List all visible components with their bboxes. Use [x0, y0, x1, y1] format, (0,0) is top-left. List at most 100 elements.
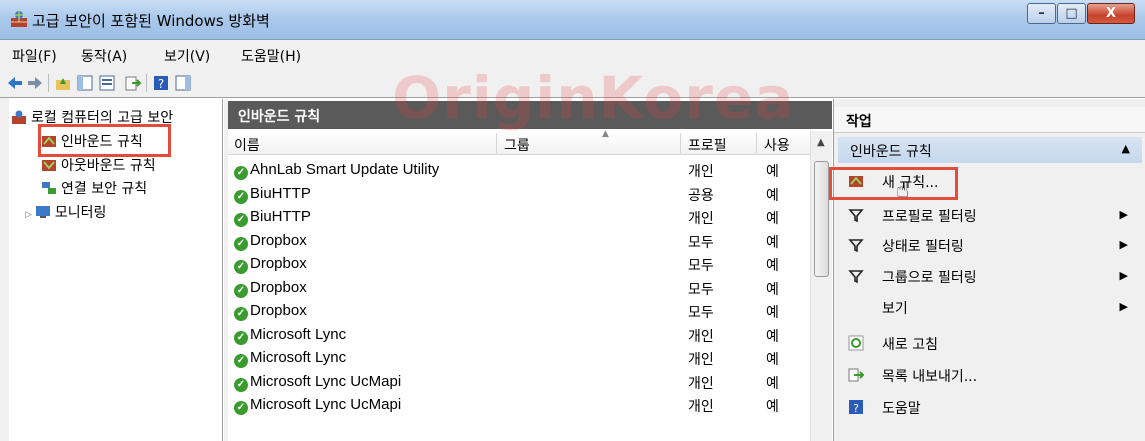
rule-enabled: 예 [766, 211, 779, 227]
enabled-check-icon: ✓ [234, 166, 248, 180]
close-icon: X [1105, 6, 1117, 21]
rule-enabled: 예 [766, 187, 779, 204]
rule-name: ✓ BiuHTTP [234, 208, 311, 227]
back-arrow-icon[interactable] [6, 74, 24, 92]
export-icon [848, 367, 865, 383]
tree-item-connection-security[interactable]: 연결 보안 규칙 [41, 178, 147, 200]
tree-item-outbound-rules[interactable]: 아웃바운드 규칙 [41, 155, 156, 177]
action-item-label: 목록 내보내기... [882, 369, 978, 385]
table-row[interactable]: ✓ Microsoft Lync UcMapi 개인 예 [228, 393, 810, 415]
table-row[interactable]: ✓ Microsoft Lync 개인 예 [228, 323, 810, 345]
scroll-up-icon[interactable]: ▲ [817, 137, 825, 148]
up-folder-icon[interactable] [54, 74, 72, 92]
maximize-button[interactable]: □ [1057, 3, 1086, 24]
rule-name: ✓ BiuHTTP [234, 185, 311, 204]
table-row[interactable]: ✓ BiuHTTP 개인 예 [228, 205, 810, 227]
tree-item-monitoring[interactable]: ▷ 모니터링 [25, 202, 106, 224]
rule-profile: 모두 [688, 258, 714, 274]
enabled-check-icon: ✓ [234, 189, 248, 204]
table-row[interactable]: ✓ BiuHTTP 공용 예 [228, 182, 810, 204]
enabled-check-icon: ✓ [234, 260, 248, 274]
properties-icon[interactable] [98, 74, 116, 92]
show-hide-tree-icon[interactable] [76, 74, 94, 92]
table-row[interactable]: ✓ Dropbox 모두 예 [228, 276, 810, 298]
export-list-icon[interactable] [124, 74, 142, 92]
title-bar: 고급 보안이 포함된 Windows 방화벽 – □ X [0, 0, 1145, 40]
action-item[interactable]: 목록 내보내기... [838, 363, 1142, 387]
rule-name-text: Dropbox [250, 231, 307, 249]
table-row[interactable]: ✓ Dropbox 모두 예 [228, 299, 810, 321]
filter-icon [848, 268, 864, 284]
rule-enabled: 예 [766, 258, 779, 274]
toolbar-separator [146, 74, 147, 92]
rule-name: ✓ AhnLab Smart Update Utility [234, 161, 439, 180]
maximize-icon: □ [1065, 6, 1078, 21]
table-row[interactable]: ✓ Dropbox 모두 예 [228, 252, 810, 274]
rules-pane: 인바운드 규칙 이름 그룹 ▲ 프로필 사용 ✓ AhnLab Smart Upd… [228, 99, 832, 441]
rule-profile: 개인 [688, 164, 714, 180]
window-frame [0, 98, 9, 441]
action-item[interactable]: 보기 ▶ [838, 295, 1142, 319]
enabled-check-icon: ✓ [234, 236, 248, 251]
toolbar: ? [0, 68, 1145, 98]
rule-name: ✓ Microsoft Lync UcMapi [234, 396, 401, 415]
action-item[interactable]: 그룹으로 필터링 ▶ [838, 264, 1142, 288]
menu-action[interactable]: 동작(A) [81, 46, 127, 66]
action-pane-toggle-icon[interactable] [174, 74, 192, 92]
action-item[interactable]: 상태로 필터링 ▶ [838, 233, 1142, 257]
rule-enabled: 예 [766, 305, 779, 321]
action-section-inbound-rules[interactable]: 인바운드 규칙 ▲ [838, 137, 1142, 163]
table-row[interactable]: ✓ Microsoft Lync UcMapi 개인 예 [228, 370, 810, 392]
action-item-label: 도움말 [882, 401, 921, 417]
action-section-label: 인바운드 규칙 [850, 144, 932, 160]
menu-file[interactable]: 파일(F) [12, 46, 57, 66]
svg-text:?: ? [158, 77, 164, 91]
rule-name: ✓ Microsoft Lync [234, 349, 346, 368]
firewall-icon [12, 110, 26, 124]
tree-item-label: 아웃바운드 규칙 [61, 158, 156, 174]
action-item[interactable]: ? 도움말 [838, 395, 1142, 419]
rule-profile: 개인 [688, 211, 714, 227]
action-item[interactable]: 새로 고침 [838, 331, 1142, 355]
table-row[interactable]: ✓ Microsoft Lync 개인 예 [228, 346, 810, 368]
rule-profile: 개인 [688, 352, 714, 368]
filter-icon [848, 207, 864, 223]
column-header-group[interactable]: 그룹 [504, 135, 530, 155]
forward-arrow-icon[interactable] [26, 74, 44, 92]
column-divider[interactable] [680, 133, 681, 153]
rule-profile: 모두 [688, 305, 714, 321]
rule-enabled: 예 [766, 375, 779, 392]
minimize-icon: – [1038, 6, 1045, 21]
tree-item-label: 모니터링 [54, 205, 107, 221]
help-icon[interactable]: ? [152, 74, 170, 92]
table-row[interactable]: ✓ Dropbox 모두 예 [228, 229, 810, 251]
window-title: 고급 보안이 포함된 Windows 방화벽 [32, 12, 270, 30]
close-button[interactable]: X [1087, 3, 1135, 24]
column-header-enabled[interactable]: 사용 [764, 135, 790, 155]
column-header-name[interactable]: 이름 [234, 135, 260, 155]
tree-pane: 로컬 컴퓨터의 고급 보안 인바운드 규칙 아웃바운드 규칙 연결 보안 규칙 … [9, 99, 223, 441]
column-divider[interactable] [756, 133, 757, 153]
expand-arrow-icon[interactable]: ▷ [25, 210, 32, 220]
action-pane-title: 작업 [834, 107, 1145, 133]
action-item-label: 상태로 필터링 [882, 239, 964, 255]
table-row[interactable]: ✓ AhnLab Smart Update Utility 개인 예 [228, 158, 810, 180]
rule-enabled: 예 [766, 281, 779, 298]
submenu-arrow-icon: ▶ [1119, 300, 1128, 313]
svg-text:?: ? [853, 402, 859, 415]
menu-help[interactable]: 도움말(H) [241, 46, 301, 66]
highlight-box [829, 167, 958, 200]
scrollbar-thumb[interactable] [814, 161, 829, 277]
rule-name: ✓ Dropbox [234, 232, 307, 251]
collapse-icon[interactable]: ▲ [1122, 142, 1130, 155]
rule-enabled: 예 [766, 164, 779, 180]
firewall-icon [11, 11, 27, 27]
column-divider[interactable] [496, 133, 497, 153]
rule-name: ✓ Dropbox [234, 302, 307, 321]
menu-view[interactable]: 보기(V) [164, 46, 210, 66]
rule-name-text: BiuHTTP [250, 208, 311, 225]
filter-icon [848, 237, 864, 253]
action-item[interactable]: 프로필로 필터링 ▶ [838, 203, 1142, 227]
column-header-profile[interactable]: 프로필 [688, 135, 727, 155]
minimize-button[interactable]: – [1027, 3, 1056, 24]
